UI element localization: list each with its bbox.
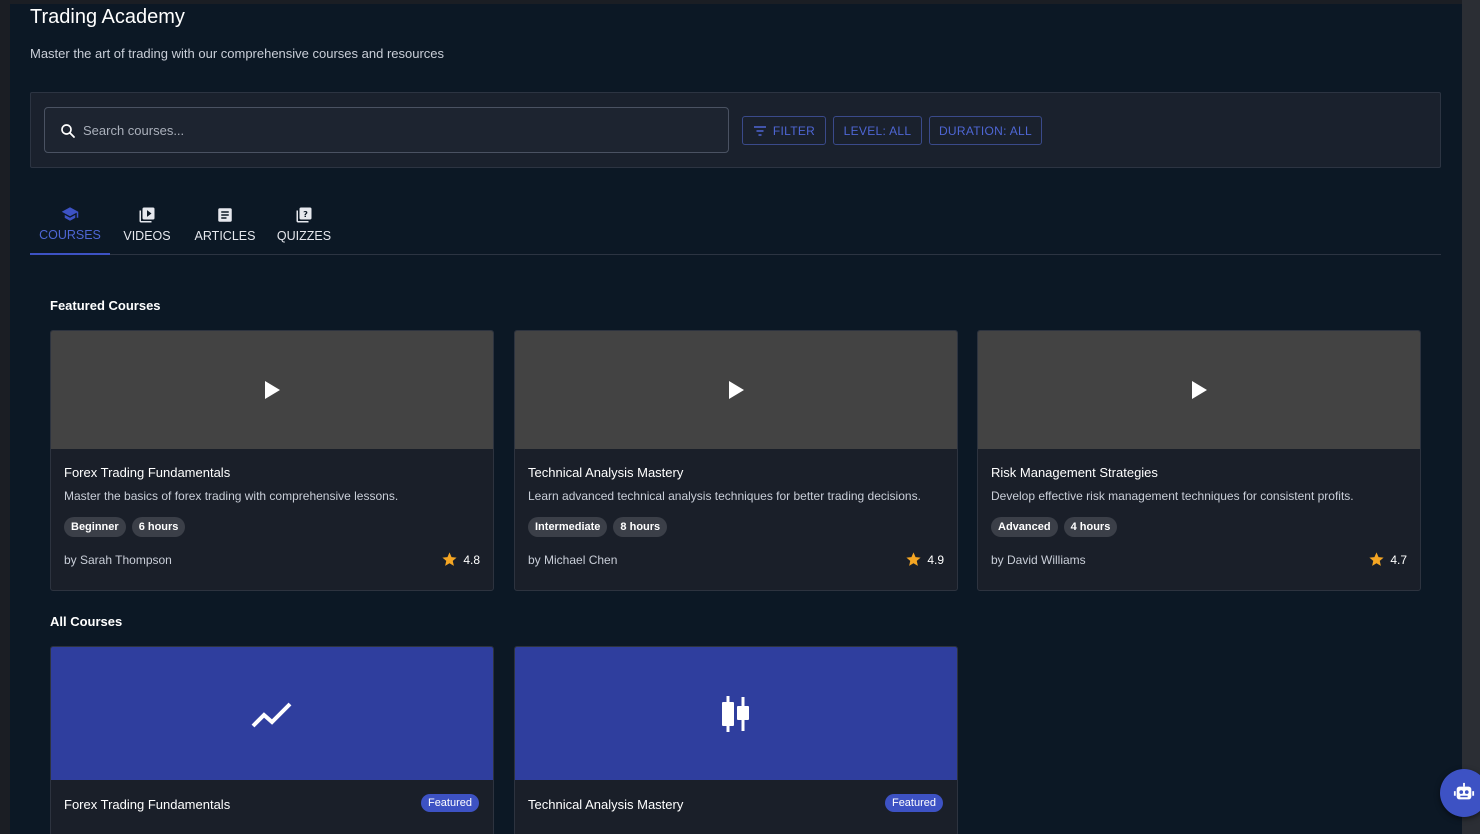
course-thumbnail[interactable] xyxy=(51,331,493,449)
play-icon xyxy=(265,381,280,399)
search-toolbar: FILTER LEVEL: ALL DURATION: ALL xyxy=(30,92,1441,168)
play-icon xyxy=(729,381,744,399)
course-title: Technical Analysis Mastery xyxy=(528,465,684,480)
featured-course-card[interactable]: Forex Trading Fundamentals Master the ba… xyxy=(50,330,494,591)
course-thumbnail[interactable] xyxy=(978,331,1420,449)
tab-courses-label: COURSES xyxy=(39,228,101,242)
page-title: Trading Academy xyxy=(30,6,185,28)
search-field[interactable] xyxy=(44,107,729,153)
scrollbar-track[interactable] xyxy=(1462,0,1480,834)
duration-chip: 8 hours xyxy=(613,517,668,537)
tab-articles-label: ARTICLES xyxy=(194,229,256,243)
featured-course-card[interactable]: Risk Management Strategies Develop effec… xyxy=(977,330,1421,591)
course-title: Risk Management Strategies xyxy=(991,465,1158,480)
tab-courses[interactable]: COURSES xyxy=(30,194,110,255)
rating-value: 4.9 xyxy=(927,552,944,567)
course-banner xyxy=(515,647,957,780)
course-card[interactable]: Forex Trading Fundamentals Featured xyxy=(50,646,494,834)
all-courses-section-title: All Courses xyxy=(50,614,123,629)
course-card[interactable]: Technical Analysis Mastery Featured xyxy=(514,646,958,834)
tab-videos-label: VIDEOS xyxy=(123,229,171,243)
article-icon xyxy=(218,208,232,222)
robot-icon xyxy=(1453,782,1475,800)
course-rating: 4.8 xyxy=(441,551,480,568)
rating-value: 4.8 xyxy=(463,552,480,567)
duration-filter-button[interactable]: DURATION: ALL xyxy=(929,116,1042,145)
search-input[interactable] xyxy=(83,108,713,152)
tab-articles[interactable]: ARTICLES xyxy=(190,194,260,255)
filter-button-label: FILTER xyxy=(772,123,816,138)
page-subtitle: Master the art of trading with our compr… xyxy=(30,46,445,61)
featured-section-title: Featured Courses xyxy=(50,298,161,313)
level-chip: Advanced xyxy=(991,517,1058,537)
level-chip: Intermediate xyxy=(528,517,608,537)
duration-chip: 6 hours xyxy=(131,517,186,537)
level-filter-label: LEVEL: ALL xyxy=(843,123,912,138)
rating-value: 4.7 xyxy=(1390,552,1407,567)
course-title: Forex Trading Fundamentals xyxy=(64,465,231,480)
featured-course-card[interactable]: Technical Analysis Mastery Learn advance… xyxy=(514,330,958,591)
main-content: Trading Academy Master the art of tradin… xyxy=(10,4,1462,834)
star-icon xyxy=(442,552,457,566)
course-author: by Sarah Thompson xyxy=(64,553,172,567)
course-description: Master the basics of forex trading with … xyxy=(64,489,399,503)
course-description: Develop effective risk management techni… xyxy=(991,489,1354,503)
level-filter-button[interactable]: LEVEL: ALL xyxy=(833,116,922,145)
tab-quizzes-label: QUIZZES xyxy=(276,229,332,243)
course-thumbnail[interactable] xyxy=(515,331,957,449)
level-chip: Beginner xyxy=(64,517,126,537)
duration-chip: 4 hours xyxy=(1063,517,1118,537)
duration-filter-label: DURATION: ALL xyxy=(938,123,1033,138)
course-title: Forex Trading Fundamentals xyxy=(64,797,231,812)
course-tags: Beginner 6 hours xyxy=(64,517,186,537)
candlestick-icon xyxy=(722,695,749,732)
filter-list-icon xyxy=(753,125,766,136)
course-rating: 4.7 xyxy=(1368,551,1407,568)
featured-badge: Featured xyxy=(420,794,479,812)
course-description: Learn advanced technical analysis techni… xyxy=(528,489,921,503)
school-icon xyxy=(61,207,79,221)
course-tags: Advanced 4 hours xyxy=(991,517,1118,537)
play-icon xyxy=(1192,381,1207,399)
course-author: by David Williams xyxy=(991,553,1086,567)
video-library-icon xyxy=(139,207,155,223)
course-rating: 4.9 xyxy=(905,551,944,568)
course-title: Technical Analysis Mastery xyxy=(528,797,684,812)
featured-badge: Featured xyxy=(884,794,943,812)
course-banner xyxy=(51,647,493,780)
quiz-icon: ? xyxy=(296,207,312,223)
star-icon xyxy=(906,552,921,566)
tab-quizzes[interactable]: ? QUIZZES xyxy=(273,194,335,255)
search-icon xyxy=(61,124,75,138)
svg-text:?: ? xyxy=(303,209,308,219)
filter-button[interactable]: FILTER xyxy=(742,116,826,145)
chatbot-button[interactable] xyxy=(1440,769,1480,817)
course-author: by Michael Chen xyxy=(528,553,618,567)
course-tags: Intermediate 8 hours xyxy=(528,517,668,537)
content-tabs: COURSES VIDEOS ARTICLES ? QUIZZES xyxy=(30,194,1441,255)
trending-line-icon xyxy=(251,702,292,727)
star-icon xyxy=(1369,552,1384,566)
tab-videos[interactable]: VIDEOS xyxy=(118,194,176,255)
